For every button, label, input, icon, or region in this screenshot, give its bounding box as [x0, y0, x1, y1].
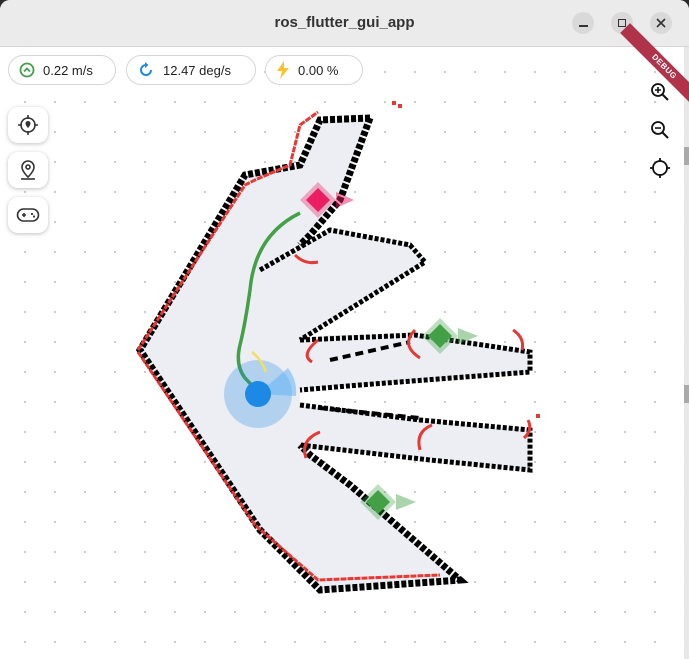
- lightning-icon: [277, 61, 289, 79]
- occupancy-map: [135, 101, 540, 594]
- angular-speed-value: 12.47 deg/s: [163, 62, 231, 78]
- close-button[interactable]: [650, 12, 672, 34]
- zoom-out-button[interactable]: [648, 118, 672, 142]
- map-free-space: [140, 118, 530, 590]
- linear-speed-chip: 0.22 m/s: [8, 55, 116, 85]
- close-icon: [656, 18, 666, 28]
- map-canvas[interactable]: [0, 47, 684, 659]
- angular-speed-chip: 12.47 deg/s: [126, 55, 256, 85]
- zoom-out-icon: [651, 121, 669, 139]
- laser-point: [536, 414, 540, 418]
- laser-scan-arc-6: [512, 328, 525, 351]
- gamepad-button[interactable]: [8, 197, 48, 233]
- center-robot-icon: [650, 158, 670, 178]
- app-window: ros_flutter_gui_app 0.22 m/s 12.47 deg/s…: [0, 0, 689, 659]
- linear-speed-value: 0.22 m/s: [43, 62, 93, 78]
- battery-value: 0.00 %: [298, 62, 339, 78]
- battery-chip: 0.00 %: [265, 55, 363, 85]
- speed-up-icon: [19, 62, 35, 78]
- relocalize-icon: [18, 115, 38, 135]
- title-bar: ros_flutter_gui_app: [0, 0, 689, 47]
- maximize-icon: [618, 19, 626, 27]
- zoom-in-icon: [651, 83, 669, 101]
- laser-point: [392, 101, 396, 105]
- minimize-icon: [578, 25, 588, 27]
- center-robot-button[interactable]: [648, 156, 672, 180]
- navigation-goal-button[interactable]: [8, 152, 48, 188]
- minimize-button[interactable]: [572, 12, 594, 34]
- rotation-icon: [140, 62, 152, 76]
- navigation-goal-icon: [21, 160, 35, 180]
- laser-point: [398, 104, 402, 108]
- zoom-in-button[interactable]: [648, 80, 672, 104]
- vertical-scrollbar[interactable]: [684, 47, 689, 659]
- relocalize-button[interactable]: [8, 107, 48, 143]
- gamepad-icon: [16, 208, 40, 222]
